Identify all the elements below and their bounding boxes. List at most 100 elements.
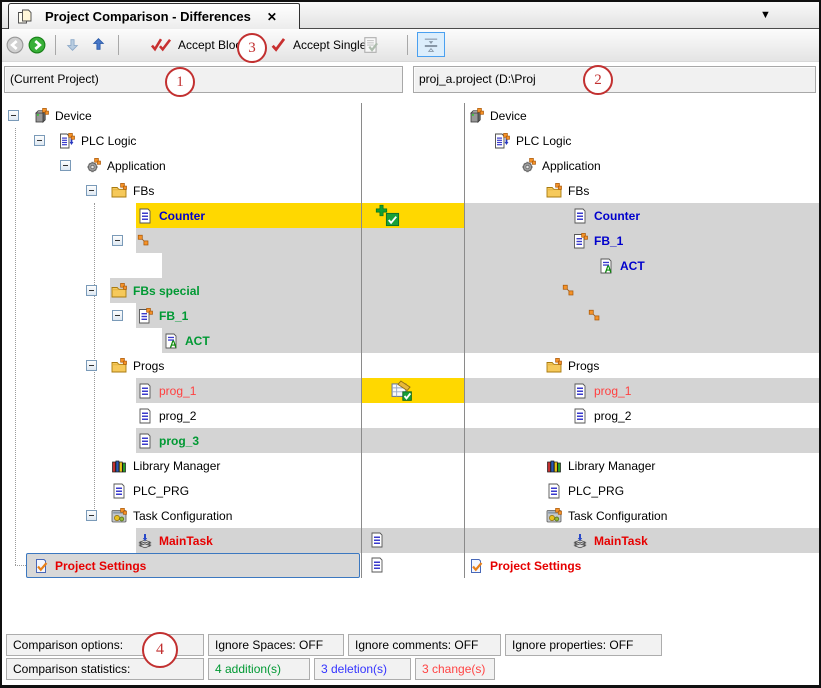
back-circle-icon: [6, 36, 24, 54]
table-row[interactable]: FBs FBs: [2, 178, 819, 203]
action-icon: [598, 258, 614, 274]
toolbar-separator: [407, 35, 408, 55]
collapse-expander[interactable]: [60, 160, 71, 171]
comparison-statistics-label: Comparison statistics:: [6, 658, 204, 680]
table-row[interactable]: FBs special: [2, 278, 819, 303]
tree-item-label: prog_3: [159, 434, 199, 448]
table-row[interactable]: Task Configuration Task Configuration: [2, 503, 819, 528]
previous-difference-button[interactable]: [6, 36, 24, 54]
document-icon: [369, 532, 385, 548]
table-row[interactable]: Library Manager Library Manager: [2, 453, 819, 478]
collapse-expander[interactable]: [86, 510, 97, 521]
tree-item-label: prog_2: [594, 409, 631, 423]
table-row[interactable]: FB_1: [2, 228, 819, 253]
next-difference-button[interactable]: [28, 36, 46, 54]
collapse-expander[interactable]: [86, 185, 97, 196]
toolbar-separator: [118, 35, 119, 55]
document-check-icon: [362, 36, 380, 54]
pou-icon: [572, 408, 588, 424]
pou-icon: [572, 383, 588, 399]
show-differences-toggle[interactable]: [417, 32, 445, 57]
plc-logic-icon: [494, 133, 510, 149]
accept-values-button[interactable]: [362, 36, 380, 54]
pou-icon: [137, 383, 153, 399]
additions-count: 4 addition(s): [208, 658, 310, 680]
table-row[interactable]: Application Application: [2, 153, 819, 178]
collapse-expander[interactable]: [34, 135, 45, 146]
toolbar-separator: [55, 35, 56, 55]
tree-item-label: Task Configuration: [133, 509, 232, 523]
move-down-button[interactable]: [64, 36, 81, 53]
tab-bar: Project Comparison - Differences ✕ ▼: [2, 2, 819, 29]
task-icon: [137, 533, 153, 549]
accept-change-icon[interactable]: [391, 380, 412, 401]
accepted-checkbox-icon[interactable]: [385, 212, 400, 227]
table-row[interactable]: FB_1: [2, 303, 819, 328]
move-up-button[interactable]: [90, 36, 107, 53]
ignore-spaces-status: Ignore Spaces: OFF: [208, 634, 344, 656]
annotation-circle-1: 1: [165, 67, 195, 97]
collapse-expander[interactable]: [86, 360, 97, 371]
tree-item-label: Counter: [594, 209, 640, 223]
ignore-properties-status: Ignore properties: OFF: [505, 634, 662, 656]
tree-item-label: prog_1: [159, 384, 196, 398]
down-arrow-icon: [64, 36, 81, 53]
table-row[interactable]: PLC Logic PLC Logic: [2, 128, 819, 153]
device-icon: [468, 108, 484, 124]
tree-item-label: Device: [490, 109, 527, 123]
link-placeholder-icon: [562, 284, 575, 297]
folder-icon: [111, 183, 127, 199]
tree-item-label: Library Manager: [568, 459, 655, 473]
right-project-header: proj_a.project (D:\Proj: [413, 66, 816, 93]
collapse-expander[interactable]: [112, 235, 123, 246]
table-row[interactable]: prog_2 prog_2: [2, 403, 819, 428]
tree-item-label: Counter: [159, 209, 205, 223]
table-row[interactable]: prog_1 prog_1: [2, 378, 819, 403]
up-arrow-icon: [90, 36, 107, 53]
collapse-expander[interactable]: [112, 310, 123, 321]
project-settings-icon: [33, 558, 49, 574]
tree-item-label: Application: [107, 159, 166, 173]
collapse-expander[interactable]: [86, 285, 97, 296]
changes-count: 3 change(s): [415, 658, 495, 680]
library-manager-icon: [546, 458, 562, 474]
table-row[interactable]: Counter Counter: [2, 203, 819, 228]
document-icon: [369, 557, 385, 573]
table-row[interactable]: prog_3: [2, 428, 819, 453]
table-row[interactable]: PLC_PRG PLC_PRG: [2, 478, 819, 503]
link-placeholder-icon: [588, 309, 601, 322]
table-row[interactable]: ACT: [2, 253, 819, 278]
tree-item-label: Progs: [133, 359, 164, 373]
differences-filter-icon: [422, 36, 440, 54]
comparison-tree: Device Device PLC Logic PLC Logi: [2, 100, 819, 580]
collapse-expander[interactable]: [8, 110, 19, 121]
task-configuration-icon: [546, 508, 562, 524]
action-icon: [163, 333, 179, 349]
table-row[interactable]: Progs Progs: [2, 353, 819, 378]
tab-close-icon[interactable]: ✕: [267, 10, 277, 24]
annotation-circle-4: 4: [142, 632, 178, 668]
tab-project-comparison[interactable]: Project Comparison - Differences ✕: [8, 3, 300, 29]
toolbar: Accept Block Accept Single: [2, 29, 819, 62]
tab-list-dropdown-icon[interactable]: ▼: [760, 9, 771, 21]
tree-item-label: prog_2: [159, 409, 196, 423]
table-row[interactable]: ACT: [2, 328, 819, 353]
application-icon: [520, 158, 536, 174]
task-icon: [572, 533, 588, 549]
pou-icon: [137, 208, 153, 224]
accept-single-button[interactable]: Accept Single: [270, 36, 366, 53]
table-row[interactable]: Device Device: [2, 103, 819, 128]
tree-item-label: Device: [55, 109, 92, 123]
tree-item-label: Library Manager: [133, 459, 220, 473]
tree-item-label: MainTask: [159, 534, 213, 548]
table-row[interactable]: Project Settings Project Settings: [2, 553, 819, 578]
table-row[interactable]: MainTask MainTask: [2, 528, 819, 553]
tree-item-label: FB_1: [594, 234, 623, 248]
pou-icon: [137, 433, 153, 449]
tree-item-label: MainTask: [594, 534, 648, 548]
forward-circle-icon: [28, 36, 46, 54]
compare-documents-icon: [17, 9, 33, 25]
tree-item-label: PLC Logic: [81, 134, 136, 148]
accept-block-button[interactable]: Accept Block: [150, 36, 247, 53]
deletions-count: 3 deletion(s): [314, 658, 411, 680]
